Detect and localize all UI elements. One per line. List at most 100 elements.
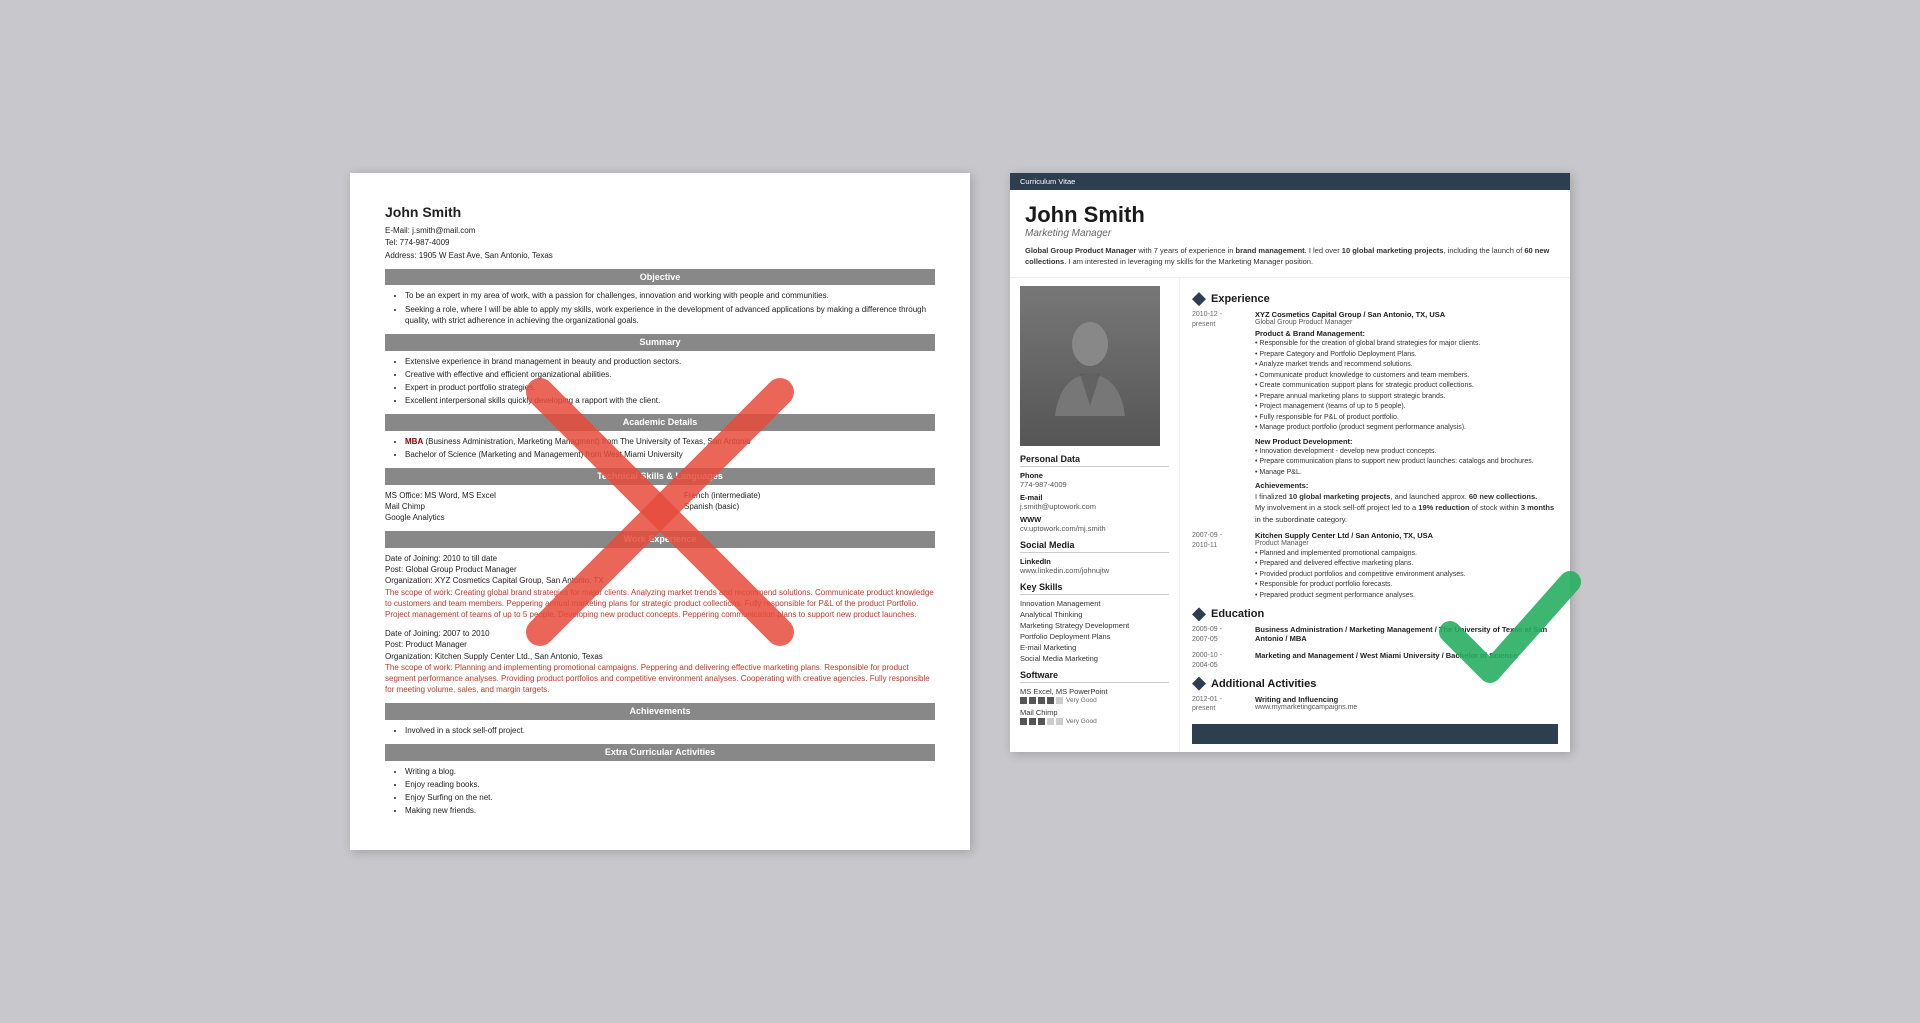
achievements-header: Achievements [385,703,935,720]
achievement-text: I finalized 10 global marketing projects… [1255,491,1558,525]
skill-level: Very Good [1066,697,1097,704]
skills-col-right: French (intermediate) Spanish (basic) [684,490,935,524]
list-item: Enjoy reading books. [405,779,935,790]
technical-header: Technical Skills & Languages [385,468,935,485]
email-value: j.smith@uptowork.com [1020,502,1169,511]
skill-dots [1020,718,1063,725]
list-item: To be an expert in my area of work, with… [405,290,935,301]
bullet: • Responsible for the creation of global… [1255,339,1558,350]
linkedin-label: LinkedIn [1020,557,1169,566]
extra-header: Extra Curricular Activities [385,744,935,761]
scope-field: The scope of work: Planning and implemen… [385,662,935,696]
left-email: E-Mail: j.smith@mail.com [385,225,935,236]
phone-label: Phone [1020,471,1169,480]
date-field: Date of Joining: 2010 to till date [385,553,935,564]
bullet: • Provided product portfolios and compet… [1255,570,1558,581]
bullet: • Fully responsible for P&L of product p… [1255,413,1558,424]
software-name: MS Excel, MS PowerPoint [1020,687,1169,696]
software-title: Software [1020,670,1169,683]
bullet: • Prepare Category and Portfolio Deploym… [1255,350,1558,361]
right-column: Experience 2010-12 -present XYZ Cosmetic… [1180,278,1570,752]
work-item-1: Date of Joining: 2010 to till date Post:… [385,553,935,620]
skill-item: Innovation Management [1020,599,1169,608]
www-label: WWW [1020,515,1169,524]
exp-bullets-2: • Innovation development - develop new p… [1255,447,1558,479]
additional-section-title: Additional Activities [1192,677,1558,691]
new-product-label: New Product Development: [1255,437,1558,446]
skill-dots [1020,697,1063,704]
additional-item-1: 2012-01 -present Writing and Influencing… [1192,695,1558,715]
bullet: • Prepared and delivered effective marke… [1255,559,1558,570]
dot [1047,697,1054,704]
edu-content: Business Administration / Marketing Mana… [1255,625,1558,645]
key-skills-title: Key Skills [1020,582,1169,595]
language-item: Spanish (basic) [684,501,935,512]
list-item: Expert in product portfolio strategies. [405,382,935,393]
bottom-bar [1192,724,1558,744]
skill-bar: Very Good [1020,697,1169,704]
post-field: Post: Global Group Product Manager [385,564,935,575]
dot [1020,718,1027,725]
personal-data-title: Personal Data [1020,454,1169,467]
skill-level: Very Good [1066,718,1097,725]
date-field: Date of Joining: 2007 to 2010 [385,628,935,639]
org-field: Organization: XYZ Cosmetics Capital Grou… [385,575,935,586]
list-item: Extensive experience in brand management… [405,356,935,367]
skills-row: MS Office: MS Word, MS Excel Mail Chimp … [385,490,935,524]
additional-sub: www.mymarketingcampaigns.me [1255,704,1558,711]
skill-item: Mail Chimp [385,501,636,512]
edu-content: Marketing and Management / West Miami Un… [1255,651,1558,671]
extra-list: Writing a blog. Enjoy reading books. Enj… [385,766,935,817]
dot [1038,718,1045,725]
skill-item: MS Office: MS Word, MS Excel [385,490,636,501]
academic-header: Academic Details [385,414,935,431]
list-item: Enjoy Surfing on the net. [405,792,935,803]
social-media-title: Social Media [1020,540,1169,553]
main-body: Personal Data Phone 774-987-4009 E-mail … [1010,278,1570,752]
software-item-2: Mail Chimp Very Good [1020,708,1169,725]
bullet: • Prepare annual marketing plans to supp… [1255,392,1558,403]
exp-bullets-1: • Responsible for the creation of global… [1255,339,1558,434]
education-section-title: Education [1192,607,1558,621]
list-item: MBA (Business Administration, Marketing … [405,436,935,447]
work-item-2: Date of Joining: 2007 to 2010 Post: Prod… [385,628,935,695]
software-item-1: MS Excel, MS PowerPoint Very Good [1020,687,1169,704]
exp-date: 2007-09 -2010-11 [1192,531,1247,602]
bullet: • Prepare communication plans to support… [1255,457,1558,468]
bullet: • Innovation development - develop new p… [1255,447,1558,458]
objective-header: Objective [385,269,935,286]
skills-col-left: MS Office: MS Word, MS Excel Mail Chimp … [385,490,636,524]
product-brand-label: Product & Brand Management: [1255,329,1558,338]
left-resume: John Smith E-Mail: j.smith@mail.com Tel:… [350,173,970,851]
photo-box [1020,286,1160,446]
summary-list: Extensive experience in brand management… [385,356,935,407]
dot [1038,697,1045,704]
skill-item: Social Media Marketing [1020,654,1169,663]
scope-field: The scope of work: Creating global brand… [385,587,935,621]
work-header: Work Experience [385,531,935,548]
skill-item: E-mail Marketing [1020,643,1169,652]
additional-content: Writing and Influencing www.mymarketingc… [1255,695,1558,715]
bullet: • Communicate product knowledge to custo… [1255,371,1558,382]
language-item: French (intermediate) [684,490,935,501]
dot [1047,718,1054,725]
exp-item-2: 2007-09 -2010-11 Kitchen Supply Center L… [1192,531,1558,602]
left-name: John Smith [385,203,935,223]
exp-role: Global Group Product Manager [1255,319,1558,326]
dot [1029,718,1036,725]
post-field: Post: Product Manager [385,639,935,650]
right-resume: Curriculum Vitae John Smith Marketing Ma… [1010,173,1570,753]
list-item: Writing a blog. [405,766,935,777]
left-phone: Tel: 774-987-4009 [385,237,935,248]
bullet: • Prepared product segment performance a… [1255,591,1558,602]
academic-list: MBA (Business Administration, Marketing … [385,436,935,460]
exp-role: Product Manager [1255,540,1558,547]
skill-item: Marketing Strategy Development [1020,621,1169,630]
list-item: Making new friends. [405,805,935,816]
edu-item-2: 2000-10 -2004-05 Marketing and Managemen… [1192,651,1558,671]
list-item: Creative with effective and efficient or… [405,369,935,380]
experience-section-title: Experience [1192,292,1558,306]
left-address: Address: 1905 W East Ave, San Antonio, T… [385,250,935,261]
bullet: • Manage P&L. [1255,468,1558,479]
photo-placeholder [1020,286,1160,446]
